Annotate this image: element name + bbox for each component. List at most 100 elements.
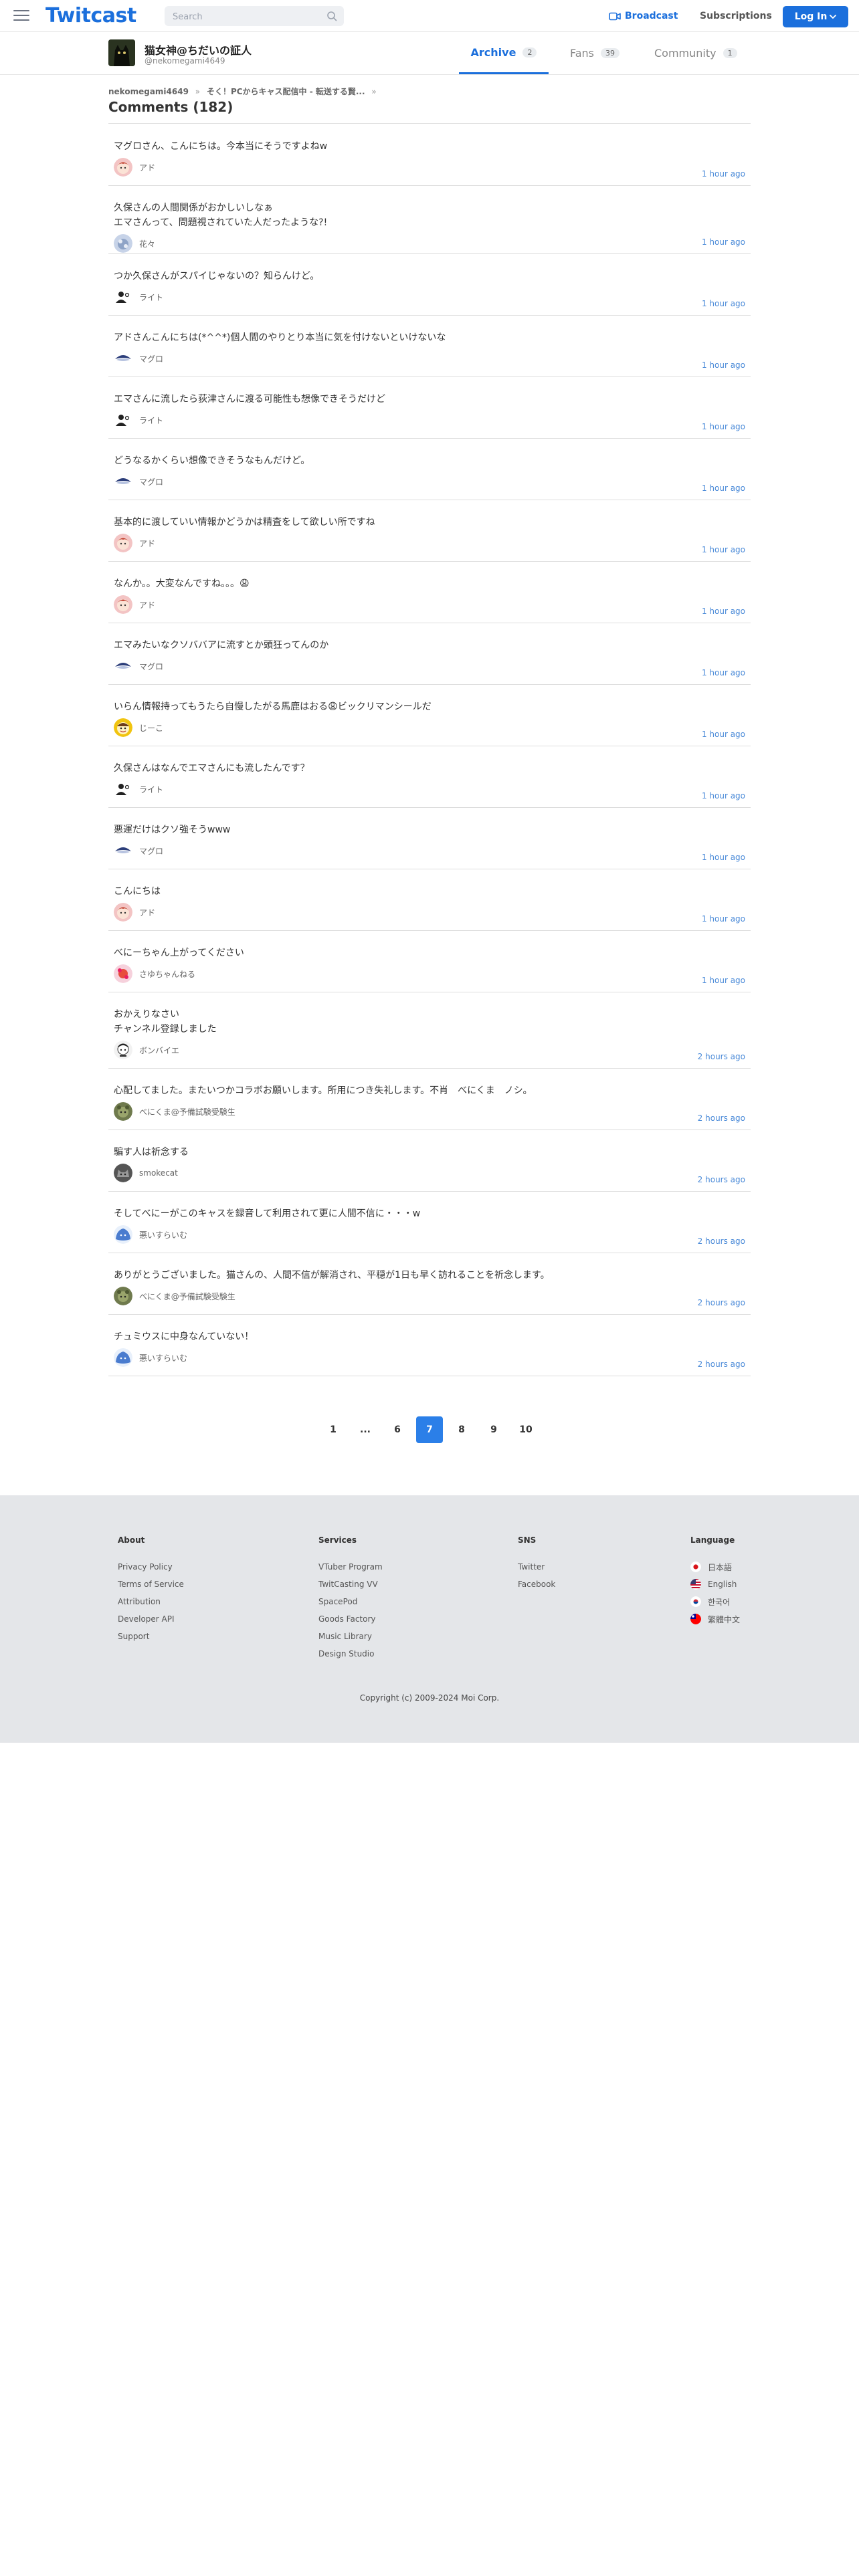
comment-avatar[interactable]: [114, 234, 132, 253]
comment-author[interactable]: マグロ: [114, 657, 163, 675]
footer-link[interactable]: Privacy Policy: [118, 1558, 184, 1576]
comment-author[interactable]: じーこ: [114, 718, 163, 737]
language-english[interactable]: English: [690, 1576, 740, 1593]
comment-avatar[interactable]: [114, 1102, 132, 1121]
comment-author[interactable]: マグロ: [114, 472, 163, 491]
footer-link[interactable]: Attribution: [118, 1593, 184, 1610]
comment-timestamp[interactable]: 1 hour ago: [702, 169, 745, 179]
language-japanese[interactable]: 日本語: [690, 1558, 740, 1576]
comment-author[interactable]: 花々: [114, 234, 155, 253]
comment-timestamp[interactable]: 2 hours ago: [698, 1298, 745, 1307]
comment-author[interactable]: アド: [114, 903, 155, 922]
footer-link[interactable]: Support: [118, 1628, 184, 1645]
comment-avatar[interactable]: [114, 1164, 132, 1182]
footer-link[interactable]: Music Library: [318, 1628, 383, 1645]
comment-timestamp[interactable]: 1 hour ago: [702, 914, 745, 924]
comment-author-name[interactable]: べにくま@予備試験受験生: [139, 1106, 235, 1117]
user-display-name[interactable]: 猫女神@ちだいの証人: [145, 41, 252, 58]
pagination-page[interactable]: 6: [384, 1416, 411, 1443]
comment-author-name[interactable]: マグロ: [139, 476, 163, 488]
comment-timestamp[interactable]: 2 hours ago: [698, 1360, 745, 1369]
comment-avatar[interactable]: [114, 472, 132, 491]
comment-avatar[interactable]: [114, 1225, 132, 1244]
tab-community[interactable]: Community 1: [654, 32, 737, 74]
comment-author[interactable]: マグロ: [114, 349, 163, 368]
pagination-page[interactable]: 1: [320, 1416, 347, 1443]
comment-author[interactable]: 悪いすらいむ: [114, 1225, 187, 1244]
pagination-page[interactable]: 8: [448, 1416, 475, 1443]
comment-author-name[interactable]: マグロ: [139, 353, 163, 364]
comment-timestamp[interactable]: 1 hour ago: [702, 853, 745, 862]
footer-link-twitter[interactable]: Twitter: [518, 1558, 555, 1576]
comment-author-name[interactable]: マグロ: [139, 845, 163, 857]
pagination-current-page[interactable]: 7: [416, 1416, 443, 1443]
comment-avatar[interactable]: [114, 841, 132, 860]
comment-author-name[interactable]: 花々: [139, 238, 155, 249]
search-icon[interactable]: [326, 11, 337, 21]
comment-timestamp[interactable]: 1 hour ago: [702, 484, 745, 493]
comment-author[interactable]: ライト: [114, 780, 163, 798]
comment-author[interactable]: ライト: [114, 411, 163, 429]
login-button[interactable]: Log In: [783, 6, 848, 27]
comment-avatar[interactable]: [114, 1287, 132, 1305]
comment-author-name[interactable]: ライト: [139, 415, 163, 426]
comment-timestamp[interactable]: 2 hours ago: [698, 1052, 745, 1061]
comment-avatar[interactable]: [114, 349, 132, 368]
comment-author-name[interactable]: さゆちゃんねる: [139, 968, 195, 980]
language-traditional-chinese[interactable]: 繁體中文: [690, 1610, 740, 1628]
comment-timestamp[interactable]: 1 hour ago: [702, 237, 745, 247]
comment-avatar[interactable]: [114, 158, 132, 177]
comment-author[interactable]: smokecat: [114, 1164, 178, 1182]
comment-avatar[interactable]: [114, 718, 132, 737]
broadcast-button[interactable]: Broadcast: [609, 8, 678, 24]
tab-fans[interactable]: Fans 39: [570, 32, 620, 74]
footer-link[interactable]: VTuber Program: [318, 1558, 383, 1576]
comment-author-name[interactable]: べにくま@予備試験受験生: [139, 1291, 235, 1302]
comment-avatar[interactable]: [114, 534, 132, 552]
comment-author[interactable]: マグロ: [114, 841, 163, 860]
comment-timestamp[interactable]: 2 hours ago: [698, 1237, 745, 1246]
twitcast-logo[interactable]: Twitcast: [45, 3, 136, 29]
footer-link[interactable]: Design Studio: [318, 1645, 383, 1662]
comment-avatar[interactable]: [114, 288, 132, 306]
language-korean[interactable]: 한국어: [690, 1593, 740, 1610]
comment-author-name[interactable]: アド: [139, 599, 155, 611]
comment-author-name[interactable]: じーこ: [139, 722, 163, 734]
comment-author-name[interactable]: アド: [139, 162, 155, 173]
comment-author[interactable]: さゆちゃんねる: [114, 964, 195, 983]
comment-timestamp[interactable]: 1 hour ago: [702, 545, 745, 554]
pagination-page[interactable]: 9: [480, 1416, 507, 1443]
comment-author-name[interactable]: ライト: [139, 292, 163, 303]
comment-author-name[interactable]: マグロ: [139, 661, 163, 672]
comment-author[interactable]: アド: [114, 158, 155, 177]
comment-avatar[interactable]: [114, 780, 132, 798]
footer-link[interactable]: Terms of Service: [118, 1576, 184, 1593]
hamburger-menu-icon[interactable]: [13, 10, 29, 22]
comment-author[interactable]: アド: [114, 595, 155, 614]
comment-author[interactable]: 悪いすらいむ: [114, 1348, 187, 1367]
comment-author[interactable]: ボンバイエ: [114, 1041, 179, 1059]
comment-author-name[interactable]: smokecat: [139, 1168, 178, 1178]
comment-timestamp[interactable]: 2 hours ago: [698, 1113, 745, 1123]
comment-author[interactable]: べにくま@予備試験受験生: [114, 1102, 235, 1121]
comment-avatar[interactable]: [114, 1348, 132, 1367]
comment-author[interactable]: べにくま@予備試験受験生: [114, 1287, 235, 1305]
comment-timestamp[interactable]: 2 hours ago: [698, 1175, 745, 1184]
breadcrumb-movie-link[interactable]: そく！PCからキャス配信中 - 転送する賢...: [207, 87, 365, 96]
breadcrumb-user-link[interactable]: nekomegami4649: [108, 87, 189, 96]
user-avatar[interactable]: [108, 39, 135, 66]
comment-author-name[interactable]: ライト: [139, 784, 163, 795]
comment-author-name[interactable]: アド: [139, 907, 155, 918]
comment-author-name[interactable]: 悪いすらいむ: [139, 1352, 187, 1364]
tab-archive[interactable]: Archive 2: [459, 32, 549, 74]
comment-author-name[interactable]: アド: [139, 538, 155, 549]
comment-timestamp[interactable]: 1 hour ago: [702, 607, 745, 616]
footer-link[interactable]: SpacePod: [318, 1593, 383, 1610]
comment-timestamp[interactable]: 1 hour ago: [702, 299, 745, 308]
comment-avatar[interactable]: [114, 964, 132, 983]
comment-author[interactable]: アド: [114, 534, 155, 552]
search-input[interactable]: [165, 6, 328, 27]
comment-timestamp[interactable]: 1 hour ago: [702, 791, 745, 800]
comment-avatar[interactable]: [114, 903, 132, 922]
subscriptions-link[interactable]: Subscriptions: [700, 8, 772, 24]
